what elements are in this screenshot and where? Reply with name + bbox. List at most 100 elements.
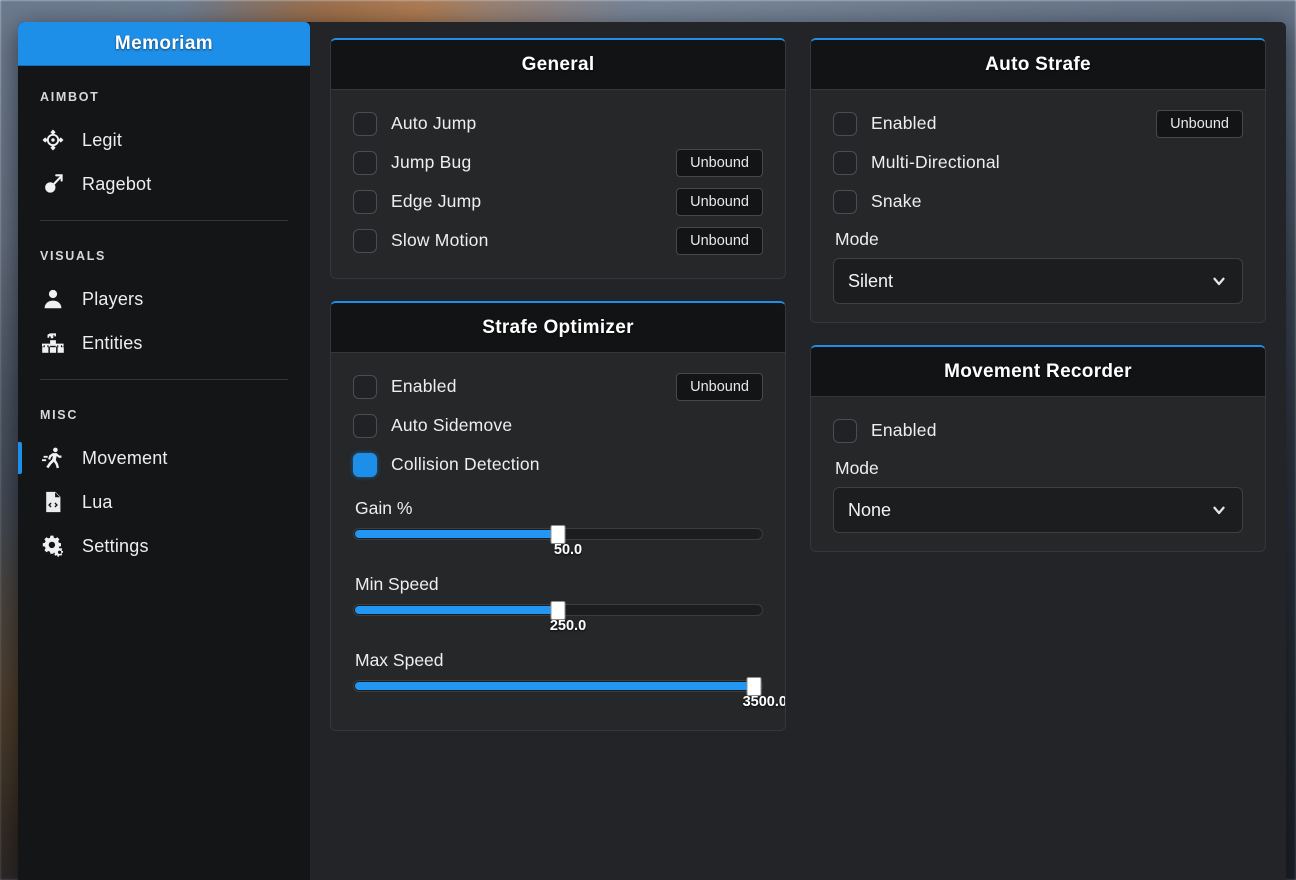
keybind-edge-jump[interactable]: Unbound: [676, 188, 763, 216]
label-collision-detection: Collision Detection: [391, 454, 540, 475]
slider-gain-label: Gain %: [355, 498, 763, 519]
sidebar-item-label: Ragebot: [82, 174, 151, 195]
sidebar-item-ragebot[interactable]: Ragebot: [18, 162, 310, 206]
content-area: General Auto Jump Jump Bug Unbound: [310, 22, 1286, 880]
dropdown-recorder-mode[interactable]: None: [833, 487, 1243, 533]
panel-general-header: General: [331, 40, 785, 90]
person-icon: [40, 286, 66, 312]
label-recorder-enabled: Enabled: [871, 420, 937, 441]
keybind-strafe-enabled[interactable]: Unbound: [676, 373, 763, 401]
slider-max-speed-label: Max Speed: [355, 650, 763, 671]
checkbox-multi-directional[interactable]: [833, 151, 857, 175]
label-jump-bug: Jump Bug: [391, 152, 471, 173]
row-auto-sidemove: Auto Sidemove: [353, 406, 763, 445]
label-recorder-mode: Mode: [835, 458, 1243, 479]
label-edge-jump: Edge Jump: [391, 191, 481, 212]
label-snake: Snake: [871, 191, 922, 212]
chevron-down-icon: [1210, 272, 1228, 290]
window-title: Memoriam: [115, 33, 213, 55]
slider-min-speed: Min Speed 250.0: [353, 574, 763, 636]
sidebar-section-visuals: VISUALS Players Entities: [18, 225, 310, 365]
sidebar-section-label: MISC: [18, 400, 310, 436]
checkbox-snake[interactable]: [833, 190, 857, 214]
panel-auto-strafe-title: Auto Strafe: [985, 54, 1091, 76]
slider-min-speed-value: 250.0: [550, 618, 586, 634]
sidebar-item-entities[interactable]: Entities: [18, 321, 310, 365]
row-jump-bug: Jump Bug Unbound: [353, 143, 763, 182]
checkbox-edge-jump[interactable]: [353, 190, 377, 214]
boxes-icon: [40, 330, 66, 356]
checkbox-autostrafe-enabled[interactable]: [833, 112, 857, 136]
panel-general-body: Auto Jump Jump Bug Unbound Edge Jump Unb…: [331, 90, 785, 278]
sidebar-section-misc: MISC Movement Lua Settings: [18, 384, 310, 568]
panel-strafe-optimizer-header: Strafe Optimizer: [331, 303, 785, 353]
slider-gain-fill: [355, 530, 557, 538]
dropdown-autostrafe-mode-value: Silent: [848, 271, 1210, 292]
checkbox-recorder-enabled[interactable]: [833, 419, 857, 443]
sidebar-item-label: Entities: [82, 333, 143, 354]
sidebar-item-settings[interactable]: Settings: [18, 524, 310, 568]
sidebar-item-label: Players: [82, 289, 143, 310]
sidebar-item-label: Movement: [82, 448, 168, 469]
sidebar-section-label: VISUALS: [18, 241, 310, 277]
slider-min-speed-label: Min Speed: [355, 574, 763, 595]
checkbox-slow-motion[interactable]: [353, 229, 377, 253]
sidebar-divider: [40, 379, 288, 380]
checkbox-auto-sidemove[interactable]: [353, 414, 377, 438]
slider-min-speed-fill: [355, 606, 557, 614]
panel-auto-strafe: Auto Strafe Enabled Unbound Multi-Direct…: [810, 38, 1266, 323]
crosshair-icon: [40, 127, 66, 153]
slider-max-speed-track[interactable]: [353, 680, 763, 692]
checkbox-collision-detection[interactable]: [353, 453, 377, 477]
dropdown-autostrafe-mode[interactable]: Silent: [833, 258, 1243, 304]
sidebar-item-players[interactable]: Players: [18, 277, 310, 321]
sidebar-item-legit[interactable]: Legit: [18, 118, 310, 162]
panel-auto-strafe-header: Auto Strafe: [811, 40, 1265, 90]
slider-max-speed-value: 3500.0: [743, 694, 786, 710]
panel-movement-recorder: Movement Recorder Enabled Mode None: [810, 345, 1266, 552]
row-collision-detection: Collision Detection: [353, 445, 763, 484]
slider-min-speed-track[interactable]: [353, 604, 763, 616]
sidebar-section-label: AIMBOT: [18, 82, 310, 118]
label-auto-sidemove: Auto Sidemove: [391, 415, 512, 436]
keybind-slow-motion[interactable]: Unbound: [676, 227, 763, 255]
window-titlebar[interactable]: Memoriam: [18, 22, 310, 66]
label-autostrafe-enabled: Enabled: [871, 113, 937, 134]
label-multi-directional: Multi-Directional: [871, 152, 1000, 173]
keybind-jump-bug[interactable]: Unbound: [676, 149, 763, 177]
panel-strafe-optimizer-body: Enabled Unbound Auto Sidemove Collision …: [331, 353, 785, 730]
gears-icon: [40, 533, 66, 559]
code-file-icon: [40, 489, 66, 515]
chevron-down-icon: [1210, 501, 1228, 519]
sidebar-divider: [40, 220, 288, 221]
panel-movement-recorder-title: Movement Recorder: [944, 361, 1132, 383]
sidebar-item-lua[interactable]: Lua: [18, 480, 310, 524]
panel-strafe-optimizer: Strafe Optimizer Enabled Unbound Auto Si…: [330, 301, 786, 731]
left-column: General Auto Jump Jump Bug Unbound: [330, 38, 786, 731]
sidebar-item-label: Legit: [82, 130, 122, 151]
panel-general-title: General: [522, 54, 595, 76]
panel-movement-recorder-header: Movement Recorder: [811, 347, 1265, 397]
sidebar-section-aimbot: AIMBOT Legit Ragebot: [18, 66, 310, 206]
slider-gain: Gain % 50.0: [353, 498, 763, 560]
cheat-menu-window: Memoriam AIMBOT Legit Ragebot VISUALS Player…: [18, 22, 1286, 880]
sidebar-item-label: Lua: [82, 492, 113, 513]
slider-gain-track[interactable]: [353, 528, 763, 540]
dropdown-recorder-mode-value: None: [848, 500, 1210, 521]
sidebar-item-label: Settings: [82, 536, 149, 557]
checkbox-jump-bug[interactable]: [353, 151, 377, 175]
label-autostrafe-mode: Mode: [835, 229, 1243, 250]
row-edge-jump: Edge Jump Unbound: [353, 182, 763, 221]
row-multi-directional: Multi-Directional: [833, 143, 1243, 182]
panel-general: General Auto Jump Jump Bug Unbound: [330, 38, 786, 279]
sidebar-nav: AIMBOT Legit Ragebot VISUALS Players Entities…: [18, 66, 310, 568]
checkbox-auto-jump[interactable]: [353, 112, 377, 136]
row-slow-motion: Slow Motion Unbound: [353, 221, 763, 260]
checkbox-strafe-enabled[interactable]: [353, 375, 377, 399]
slider-max-speed: Max Speed 3500.0: [353, 650, 763, 712]
sidebar: Memoriam AIMBOT Legit Ragebot VISUALS Player…: [18, 22, 310, 880]
right-column: Auto Strafe Enabled Unbound Multi-Direct…: [810, 38, 1266, 552]
sidebar-item-movement[interactable]: Movement: [18, 436, 310, 480]
slider-max-speed-fill: [355, 682, 753, 690]
keybind-autostrafe-enabled[interactable]: Unbound: [1156, 110, 1243, 138]
